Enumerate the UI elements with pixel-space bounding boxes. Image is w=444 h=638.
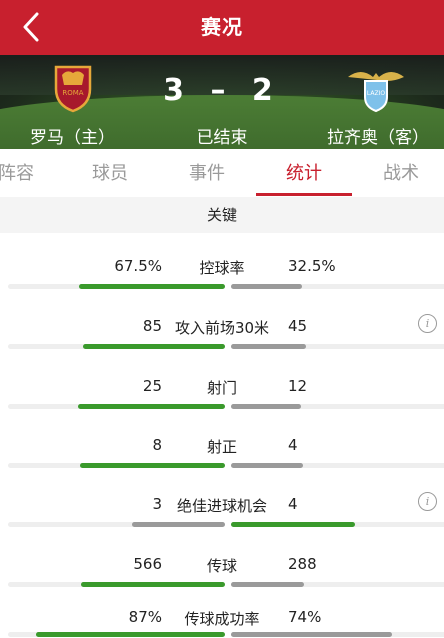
away-stat-value: 32.5%	[288, 257, 336, 275]
stat-row: 566 传球 288	[0, 539, 444, 599]
home-stat-track	[8, 404, 225, 409]
away-stat-value: 12	[288, 377, 308, 395]
away-stat-track	[231, 463, 444, 468]
stat-label: 传球	[206, 557, 237, 575]
match-score: 3 – 2	[163, 73, 281, 108]
home-stat-value: 87%	[128, 608, 162, 626]
stat-row: 25 射门 12	[0, 361, 444, 421]
section-title: 关键	[0, 197, 444, 233]
stat-label: 攻入前场30米	[174, 319, 270, 337]
home-stat-track	[8, 632, 225, 637]
home-stat-bar	[132, 522, 225, 527]
stat-label: 射正	[206, 438, 237, 456]
tab-events[interactable]: 事件	[159, 149, 255, 197]
home-stat-bar	[79, 284, 225, 289]
away-stat-bar	[231, 404, 301, 409]
away-stat-bar	[231, 632, 392, 637]
top-bar: 赛况	[0, 0, 444, 55]
tab-stats[interactable]: 统计	[256, 149, 352, 197]
home-stat-value: 67.5%	[114, 257, 162, 275]
home-stat-track	[8, 284, 225, 289]
tab-tactics[interactable]: 战术	[353, 149, 444, 197]
away-stat-bar	[231, 284, 302, 289]
away-stat-value: 4	[288, 495, 298, 513]
stat-label: 射门	[206, 379, 237, 397]
away-stat-track	[231, 582, 444, 587]
home-stat-bar	[81, 582, 225, 587]
stat-row: 67.5% 控球率 32.5%	[0, 241, 444, 301]
home-stat-value: 8	[152, 436, 162, 454]
away-stat-track	[231, 632, 444, 637]
home-stat-track	[8, 344, 225, 349]
home-stat-track	[8, 463, 225, 468]
tab-lineup[interactable]: 阵容	[0, 149, 64, 197]
home-stat-track	[8, 582, 225, 587]
home-stat-value: 3	[152, 495, 162, 513]
away-stat-value: 4	[288, 436, 298, 454]
away-stat-track	[231, 344, 444, 349]
away-team-name[interactable]: 拉齐奥（客）	[327, 123, 429, 148]
home-stat-bar	[36, 632, 225, 637]
home-stat-value: 25	[142, 377, 162, 395]
away-stat-value: 288	[288, 555, 317, 573]
away-stat-track	[231, 284, 444, 289]
away-stat-track	[231, 404, 444, 409]
stat-row: 8 射正 4	[0, 420, 444, 480]
home-stat-value: 566	[133, 555, 162, 573]
away-stat-bar	[231, 522, 355, 527]
home-stat-value: 85	[142, 317, 162, 335]
away-stat-bar	[231, 463, 303, 468]
stat-row: 87% 传球成功率 74%	[0, 592, 444, 638]
stat-label: 控球率	[199, 259, 245, 277]
stat-label: 传球成功率	[184, 610, 260, 628]
info-icon[interactable]: i	[418, 314, 437, 333]
away-stat-value: 74%	[288, 608, 322, 626]
active-tab-indicator	[256, 193, 352, 196]
stat-row: 85 攻入前场30米 45 i	[0, 301, 444, 361]
home-stat-bar	[80, 463, 225, 468]
home-stat-bar	[78, 404, 225, 409]
away-stat-bar	[231, 344, 306, 349]
away-stat-bar	[231, 582, 304, 587]
home-stat-track	[8, 522, 225, 527]
match-header: ROMA LAZIO 3 – 2 罗马（主） 已结束 拉齐奥（客）	[0, 55, 444, 149]
info-icon[interactable]: i	[418, 492, 437, 511]
home-stat-bar	[83, 344, 225, 349]
page-title: 赛况	[201, 15, 243, 39]
stat-label: 绝佳进球机会	[176, 497, 267, 515]
away-stat-track	[231, 522, 444, 527]
tab-bar: 阵容 球员 事件 统计 战术	[0, 149, 444, 198]
stat-row: 3 绝佳进球机会 4 i	[0, 479, 444, 539]
tab-players[interactable]: 球员	[62, 149, 158, 197]
away-stat-value: 45	[288, 317, 308, 335]
